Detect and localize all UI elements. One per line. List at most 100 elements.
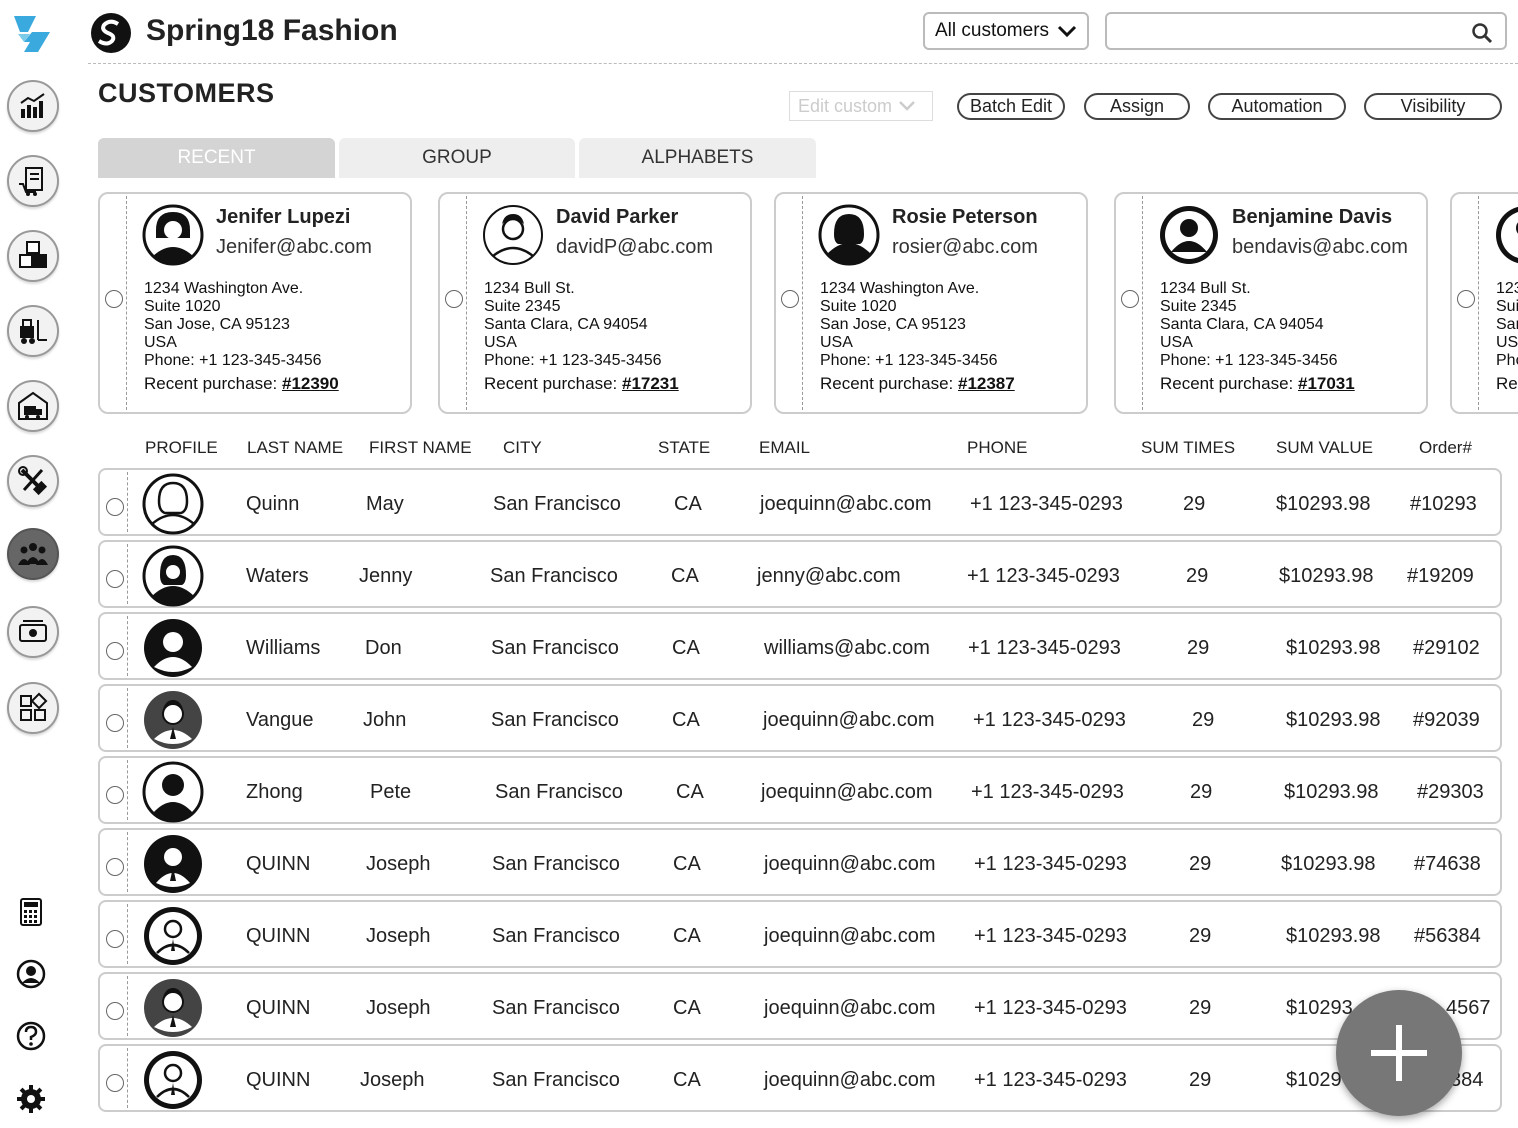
nav-inventory[interactable] [7,230,59,282]
cell-email[interactable]: joequinn@abc.com [761,781,933,804]
select-radio[interactable] [106,1074,124,1092]
recent-purchase-link[interactable]: #12387 [958,374,1015,393]
search-input[interactable] [1105,12,1507,50]
table-row[interactable]: QUINN Joseph San Francisco CA joequinn@a… [98,900,1502,968]
customer-card[interactable]: Rosie Peterson rosier@abc.com 1234 Washi… [774,192,1088,414]
avatar-icon [144,1051,202,1109]
select-radio[interactable] [106,642,124,660]
nav-warehouse[interactable] [7,305,59,357]
customer-card[interactable]: David Parker davidP@abc.com 1234 Bull St… [438,192,752,414]
recent-purchase-link[interactable]: #12390 [282,374,339,393]
nav-tools[interactable] [7,455,59,507]
cell-email[interactable]: joequinn@abc.com [764,997,936,1020]
cell-state: CA [673,1069,701,1091]
col-last-name[interactable]: LAST NAME [247,438,343,458]
nav-customers[interactable] [7,528,59,580]
customer-filter-select[interactable]: All customers [923,12,1089,50]
batch-edit-button[interactable]: Batch Edit [957,93,1065,120]
help-button[interactable] [14,1019,48,1053]
recent-purchase-label: Recent purchase: [484,374,618,393]
tab-alphabets[interactable]: ALPHABETS [579,138,816,178]
edit-custom-label: Edit custom [798,95,893,116]
col-state[interactable]: STATE [658,438,710,458]
add-customer-button[interactable] [1336,990,1462,1116]
app-logo-icon[interactable] [10,12,54,56]
select-radio[interactable] [106,786,124,804]
cell-first-name: Joseph [366,925,431,947]
cell-order[interactable]: #92039 [1413,709,1480,732]
avatar-icon [1160,206,1218,264]
card-country: USA [1160,334,1193,351]
cell-last-name: QUINN [246,1069,311,1091]
table-row[interactable]: Williams Don San Francisco CA williams@a… [98,612,1502,680]
nav-orders[interactable] [7,155,59,207]
select-radio[interactable] [105,290,123,308]
nav-payments[interactable] [7,606,59,658]
customer-card[interactable]: Jenifer Lupezi Jenifer@abc.com 1234 Wash… [98,192,412,414]
cell-email[interactable]: williams@abc.com [764,637,930,660]
edit-custom-dropdown[interactable]: Edit custom [789,91,933,121]
select-radio[interactable] [1121,290,1139,308]
divider [1478,196,1479,410]
tools-icon [18,466,48,496]
col-sum-value[interactable]: SUM VALUE [1276,438,1373,458]
cell-order[interactable]: #10293 [1410,493,1477,516]
table-row[interactable]: QUINN Joseph San Francisco CA joequinn@a… [98,972,1502,1040]
recent-purchase-link[interactable]: #17031 [1298,374,1355,393]
automation-button[interactable]: Automation [1208,93,1346,120]
assign-button[interactable]: Assign [1084,93,1190,120]
cell-sum-times: 29 [1183,493,1206,515]
cell-order[interactable]: #29102 [1413,637,1480,660]
cell-state: CA [673,853,701,875]
user-account-button[interactable] [14,957,48,991]
cell-order[interactable]: #74638 [1414,853,1481,876]
cell-email[interactable]: joequinn@abc.com [760,493,932,516]
select-radio[interactable] [106,714,124,732]
col-city[interactable]: CITY [503,438,542,458]
recent-purchase-link[interactable]: #17231 [622,374,679,393]
select-radio[interactable] [106,498,124,516]
select-radio[interactable] [106,570,124,588]
customer-card[interactable]: 123 Suit San USA Pho Rec [1450,192,1518,414]
cell-email[interactable]: joequinn@abc.com [764,925,936,948]
select-radio[interactable] [106,930,124,948]
cell-order[interactable]: 4567 [1446,997,1491,1020]
cell-order[interactable]: #29303 [1417,781,1484,804]
cell-email[interactable]: joequinn@abc.com [764,1069,936,1092]
tab-group[interactable]: GROUP [339,138,575,178]
nav-apps[interactable] [7,682,59,734]
cell-order[interactable]: #19209 [1407,565,1474,588]
tab-recent[interactable]: RECENT [98,138,335,178]
col-email[interactable]: EMAIL [759,438,810,458]
select-radio[interactable] [781,290,799,308]
nav-analytics[interactable] [7,80,59,132]
table-row[interactable]: Zhong Pete San Francisco CA joequinn@abc… [98,756,1502,824]
table-row[interactable]: Vangue John San Francisco CA joequinn@ab… [98,684,1502,752]
table-row[interactable]: Waters Jenny San Francisco CA jenny@abc.… [98,540,1502,608]
customer-card[interactable]: Benjamine Davis bendavis@abc.com 1234 Bu… [1114,192,1428,414]
table-row[interactable]: QUINN Joseph San Francisco CA joequinn@a… [98,828,1502,896]
cell-email[interactable]: joequinn@abc.com [763,709,935,732]
select-radio[interactable] [106,858,124,876]
search-icon[interactable] [1471,22,1493,44]
cell-email[interactable]: jenny@abc.com [757,565,901,588]
settings-button[interactable] [14,1082,48,1116]
table-row[interactable]: Quinn May San Francisco CA joequinn@abc.… [98,468,1502,536]
col-sum-times[interactable]: SUM TIMES [1141,438,1235,458]
nav-shipping[interactable] [7,380,59,432]
col-phone[interactable]: PHONE [967,438,1027,458]
avatar-icon [142,473,204,535]
table-header: PROFILE LAST NAME FIRST NAME CITY STATE … [98,436,1508,460]
card-phone: Phone: +1 123-345-3456 [1160,352,1338,369]
cell-email[interactable]: joequinn@abc.com [764,853,936,876]
table-row[interactable]: QUINN Joseph San Francisco CA joequinn@a… [98,1044,1502,1112]
select-radio[interactable] [1457,290,1475,308]
col-profile[interactable]: PROFILE [145,438,218,458]
calculator-button[interactable] [14,895,48,929]
col-order[interactable]: Order# [1419,438,1472,458]
visibility-button[interactable]: Visibility [1364,93,1502,120]
col-first-name[interactable]: FIRST NAME [369,438,472,458]
select-radio[interactable] [106,1002,124,1020]
select-radio[interactable] [445,290,463,308]
cell-order[interactable]: #56384 [1414,925,1481,948]
